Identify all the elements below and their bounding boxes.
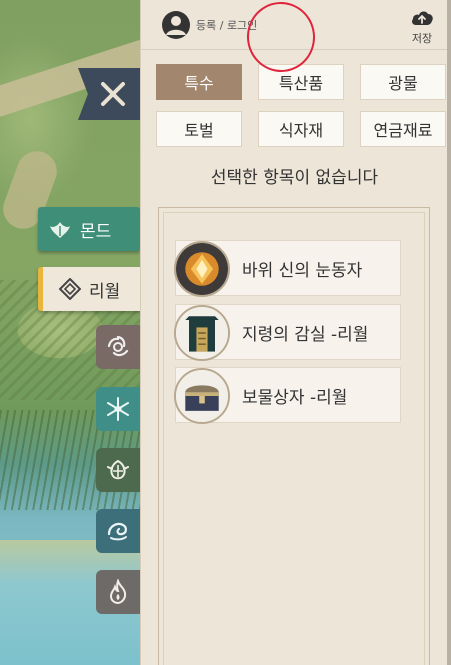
cryo-icon	[107, 397, 129, 421]
category-button-specialty[interactable]: 특산품	[258, 64, 344, 100]
item-label: 보물상자 -리월	[242, 387, 348, 408]
selection-status: 선택한 항목이 없습니다	[210, 168, 379, 188]
login-link[interactable]: 등록 / 로그인	[161, 10, 257, 40]
panel-border	[447, 0, 451, 665]
dendro-icon	[107, 459, 129, 480]
panel-header: 등록 / 로그인 저장	[141, 0, 448, 50]
cloud-upload-icon	[412, 11, 433, 25]
geo-diamond-icon	[59, 278, 81, 300]
close-icon	[101, 82, 125, 106]
geoculus-icon	[174, 241, 230, 297]
region-tab-mondstadt[interactable]: 몬드	[38, 207, 140, 251]
category-button-ore[interactable]: 광물	[360, 64, 446, 100]
pyro-filter-button[interactable]	[96, 570, 140, 614]
electro-icon	[107, 335, 129, 357]
chest-icon	[174, 368, 230, 424]
shrine-icon	[174, 305, 230, 361]
save-label: 저장	[411, 32, 433, 45]
list-item[interactable]: 바위 신의 눈동자	[174, 240, 401, 297]
login-text: 등록 / 로그인	[196, 19, 258, 32]
list-item[interactable]: 지령의 감실 -리월	[174, 304, 401, 361]
save-button[interactable]: 저장	[405, 8, 439, 46]
region-tab-label: 리월	[89, 281, 121, 302]
category-button-alchemy[interactable]: 연금재료	[360, 111, 446, 147]
item-label: 바위 신의 눈동자	[242, 260, 363, 281]
hydro-icon	[107, 522, 127, 541]
side-panel: 등록 / 로그인 저장 특수 특산품 광물 토벌 식자재 연금재료 선택한 항목…	[140, 0, 448, 665]
anemo-wing-icon	[50, 222, 70, 238]
region-tab-label: 몬드	[80, 221, 112, 242]
hydro-filter-button[interactable]	[96, 509, 140, 553]
item-list: 바위 신의 눈동자 지령의 감실 -리월 보물상자 -리월	[158, 207, 430, 665]
pyro-icon	[109, 579, 127, 605]
category-grid: 특수 특산품 광물 토벌 식자재 연금재료	[156, 64, 446, 147]
category-button-ingredient[interactable]: 식자재	[258, 111, 344, 147]
list-item[interactable]: 보물상자 -리월	[174, 367, 401, 424]
item-label: 지령의 감실 -리월	[242, 324, 369, 345]
electro-filter-button[interactable]	[96, 325, 140, 369]
category-button-special[interactable]: 특수	[156, 64, 242, 100]
user-avatar-icon	[162, 11, 190, 39]
dendro-filter-button[interactable]	[96, 448, 140, 492]
category-button-enemy[interactable]: 토벌	[156, 111, 242, 147]
cryo-filter-button[interactable]	[96, 387, 140, 431]
region-tab-liyue[interactable]: 리월	[38, 267, 150, 311]
